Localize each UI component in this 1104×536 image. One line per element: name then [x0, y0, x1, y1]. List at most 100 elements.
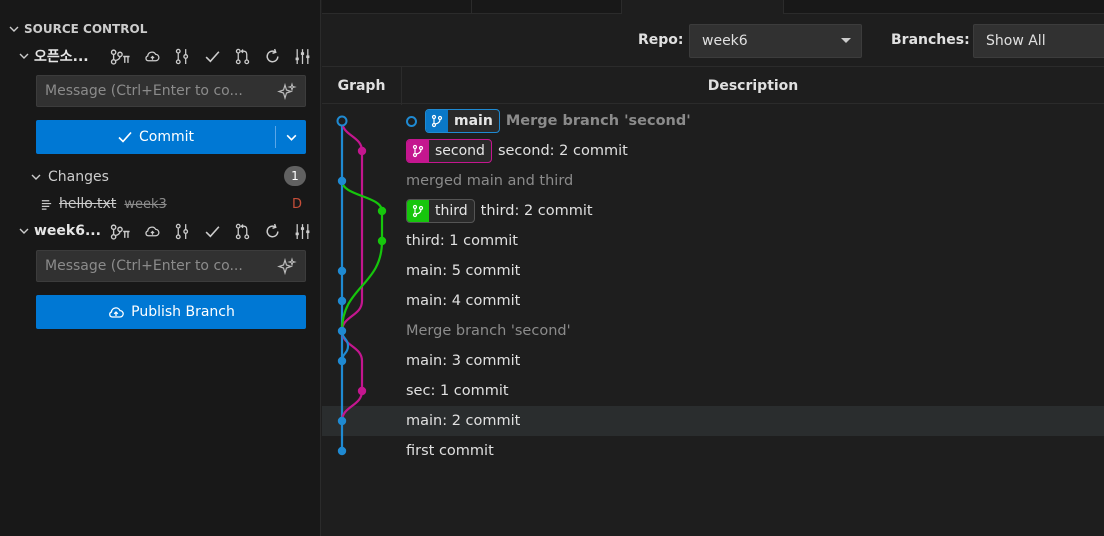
- commit-button-group: Commit: [36, 120, 306, 154]
- branch-ref-main[interactable]: main: [425, 109, 500, 133]
- commit-node[interactable]: [357, 386, 367, 396]
- commit-message: third: 2 commit: [480, 203, 593, 219]
- check-icon[interactable]: [198, 45, 226, 67]
- second-merge-line: [340, 300, 364, 332]
- commit-node[interactable]: [337, 176, 347, 186]
- graph-icon[interactable]: [168, 220, 196, 242]
- commit-node[interactable]: [377, 206, 387, 216]
- commit-message-input[interactable]: [45, 258, 267, 274]
- branch-ref-third[interactable]: third: [406, 199, 475, 223]
- commit-description: third third: 2 commit: [406, 196, 593, 226]
- repo-select[interactable]: week6: [689, 24, 862, 58]
- commit-row[interactable]: main: 2 commit: [322, 406, 1104, 436]
- branch-indicator[interactable]: [104, 45, 136, 67]
- repo-name: 오픈소...: [34, 49, 89, 65]
- commit-description: first commit: [406, 436, 494, 466]
- more-actions-icon[interactable]: [288, 220, 316, 242]
- more-actions-icon[interactable]: [288, 45, 316, 67]
- commit-description: sec: 1 commit: [406, 376, 509, 406]
- filter-bar: Repo: week6 Branches: Show All: [322, 24, 1104, 58]
- refresh-icon[interactable]: [258, 45, 286, 67]
- commit-description: main: 5 commit: [406, 256, 520, 286]
- commit-row[interactable]: sec: 1 commit: [322, 376, 1104, 406]
- changed-file-item[interactable]: hello.txt week3 D: [40, 193, 306, 215]
- commit-description: merged main and third: [406, 166, 573, 196]
- tab-2[interactable]: [472, 0, 622, 14]
- graph-icon[interactable]: [168, 45, 196, 67]
- commit-message-box: [36, 75, 306, 107]
- description-column-header: Description: [707, 78, 799, 94]
- chevron-down-icon: [8, 23, 20, 35]
- caret-down-icon: [841, 38, 851, 43]
- commit-row[interactable]: third third: 2 commit: [322, 196, 1104, 226]
- branch-ref-label: third: [435, 203, 468, 219]
- commit-description: main: 3 commit: [406, 346, 520, 376]
- second-branch-line-lower: [340, 330, 364, 422]
- publish-branch-label: Publish Branch: [131, 304, 235, 320]
- file-status-deleted: D: [291, 196, 302, 212]
- commit-node[interactable]: [337, 356, 347, 366]
- commit-message: sec: 1 commit: [406, 383, 509, 399]
- source-control-header[interactable]: SOURCE CONTROL: [8, 20, 147, 38]
- commit-description: main Merge branch 'second': [406, 106, 691, 136]
- commit-node[interactable]: [377, 236, 387, 246]
- cloud-sync-icon[interactable]: [138, 45, 166, 67]
- commit-description: third: 1 commit: [406, 226, 518, 256]
- commit-button[interactable]: Commit: [36, 120, 275, 154]
- commit-dropdown-button[interactable]: [276, 120, 306, 154]
- commit-node[interactable]: [336, 115, 348, 127]
- commit-node[interactable]: [337, 446, 347, 456]
- changes-group-header[interactable]: Changes 1: [30, 166, 308, 188]
- commit-message-input[interactable]: [45, 83, 267, 99]
- second-branch-line: [340, 120, 364, 301]
- commit-node[interactable]: [357, 146, 367, 156]
- commit-row[interactable]: main: 4 commit: [322, 286, 1104, 316]
- check-icon[interactable]: [198, 220, 226, 242]
- commit-node[interactable]: [337, 266, 347, 276]
- refresh-icon[interactable]: [258, 220, 286, 242]
- repo-select-value: week6: [702, 33, 748, 49]
- commit-description: second second: 2 commit: [406, 136, 628, 166]
- graph-column-header: Graph: [322, 67, 402, 105]
- sparkle-icon[interactable]: [277, 257, 297, 277]
- commit-graph: [336, 115, 387, 456]
- repo-filter-label: Repo:: [638, 32, 684, 48]
- repo-name: week6...: [34, 223, 101, 239]
- commit-row[interactable]: main: 5 commit: [322, 256, 1104, 286]
- source-control-sidebar: SOURCE CONTROL 오픈소... Message (Ctrl+Ente…: [0, 0, 321, 536]
- changes-count-badge: 1: [284, 166, 306, 186]
- commit-row[interactable]: third: 1 commit: [322, 226, 1104, 256]
- sparkle-icon[interactable]: [277, 82, 297, 102]
- commit-node[interactable]: [337, 416, 347, 426]
- repo-header-1[interactable]: 오픈소...: [18, 45, 318, 67]
- cloud-sync-icon[interactable]: [138, 220, 166, 242]
- repo-header-2[interactable]: week6...: [18, 220, 318, 242]
- file-directory: week3: [124, 196, 167, 212]
- branch-ref-second[interactable]: second: [406, 139, 492, 163]
- branch-ref-label: second: [435, 143, 485, 159]
- tab-1[interactable]: [322, 0, 472, 14]
- commit-description: main: 4 commit: [406, 286, 520, 316]
- commit-row[interactable]: second second: 2 commit: [322, 136, 1104, 166]
- commit-row[interactable]: Merge branch 'second': [322, 316, 1104, 346]
- pull-request-icon[interactable]: [228, 45, 256, 67]
- chevron-down-icon: [18, 225, 30, 237]
- commit-row[interactable]: main Merge branch 'second': [322, 106, 1104, 136]
- branches-select[interactable]: Show All: [973, 24, 1104, 58]
- chevron-down-icon: [30, 171, 42, 183]
- head-indicator-icon: [406, 115, 417, 127]
- tab-git-graph[interactable]: [622, 0, 784, 14]
- pull-request-icon[interactable]: [228, 220, 256, 242]
- check-icon: [118, 131, 132, 143]
- commit-message: main: 2 commit: [406, 413, 521, 429]
- commit-row[interactable]: merged main and third: [322, 166, 1104, 196]
- commit-node[interactable]: [337, 326, 347, 336]
- branch-indicator[interactable]: [104, 220, 136, 242]
- commit-node[interactable]: [337, 296, 347, 306]
- commit-message: main: 4 commit: [406, 293, 521, 309]
- publish-branch-button[interactable]: Publish Branch: [36, 295, 306, 329]
- commit-row[interactable]: first commit: [322, 436, 1104, 466]
- commit-row[interactable]: main: 3 commit: [322, 346, 1104, 376]
- commit-description: main: 2 commit: [406, 406, 520, 436]
- commit-message: main: 5 commit: [406, 263, 521, 279]
